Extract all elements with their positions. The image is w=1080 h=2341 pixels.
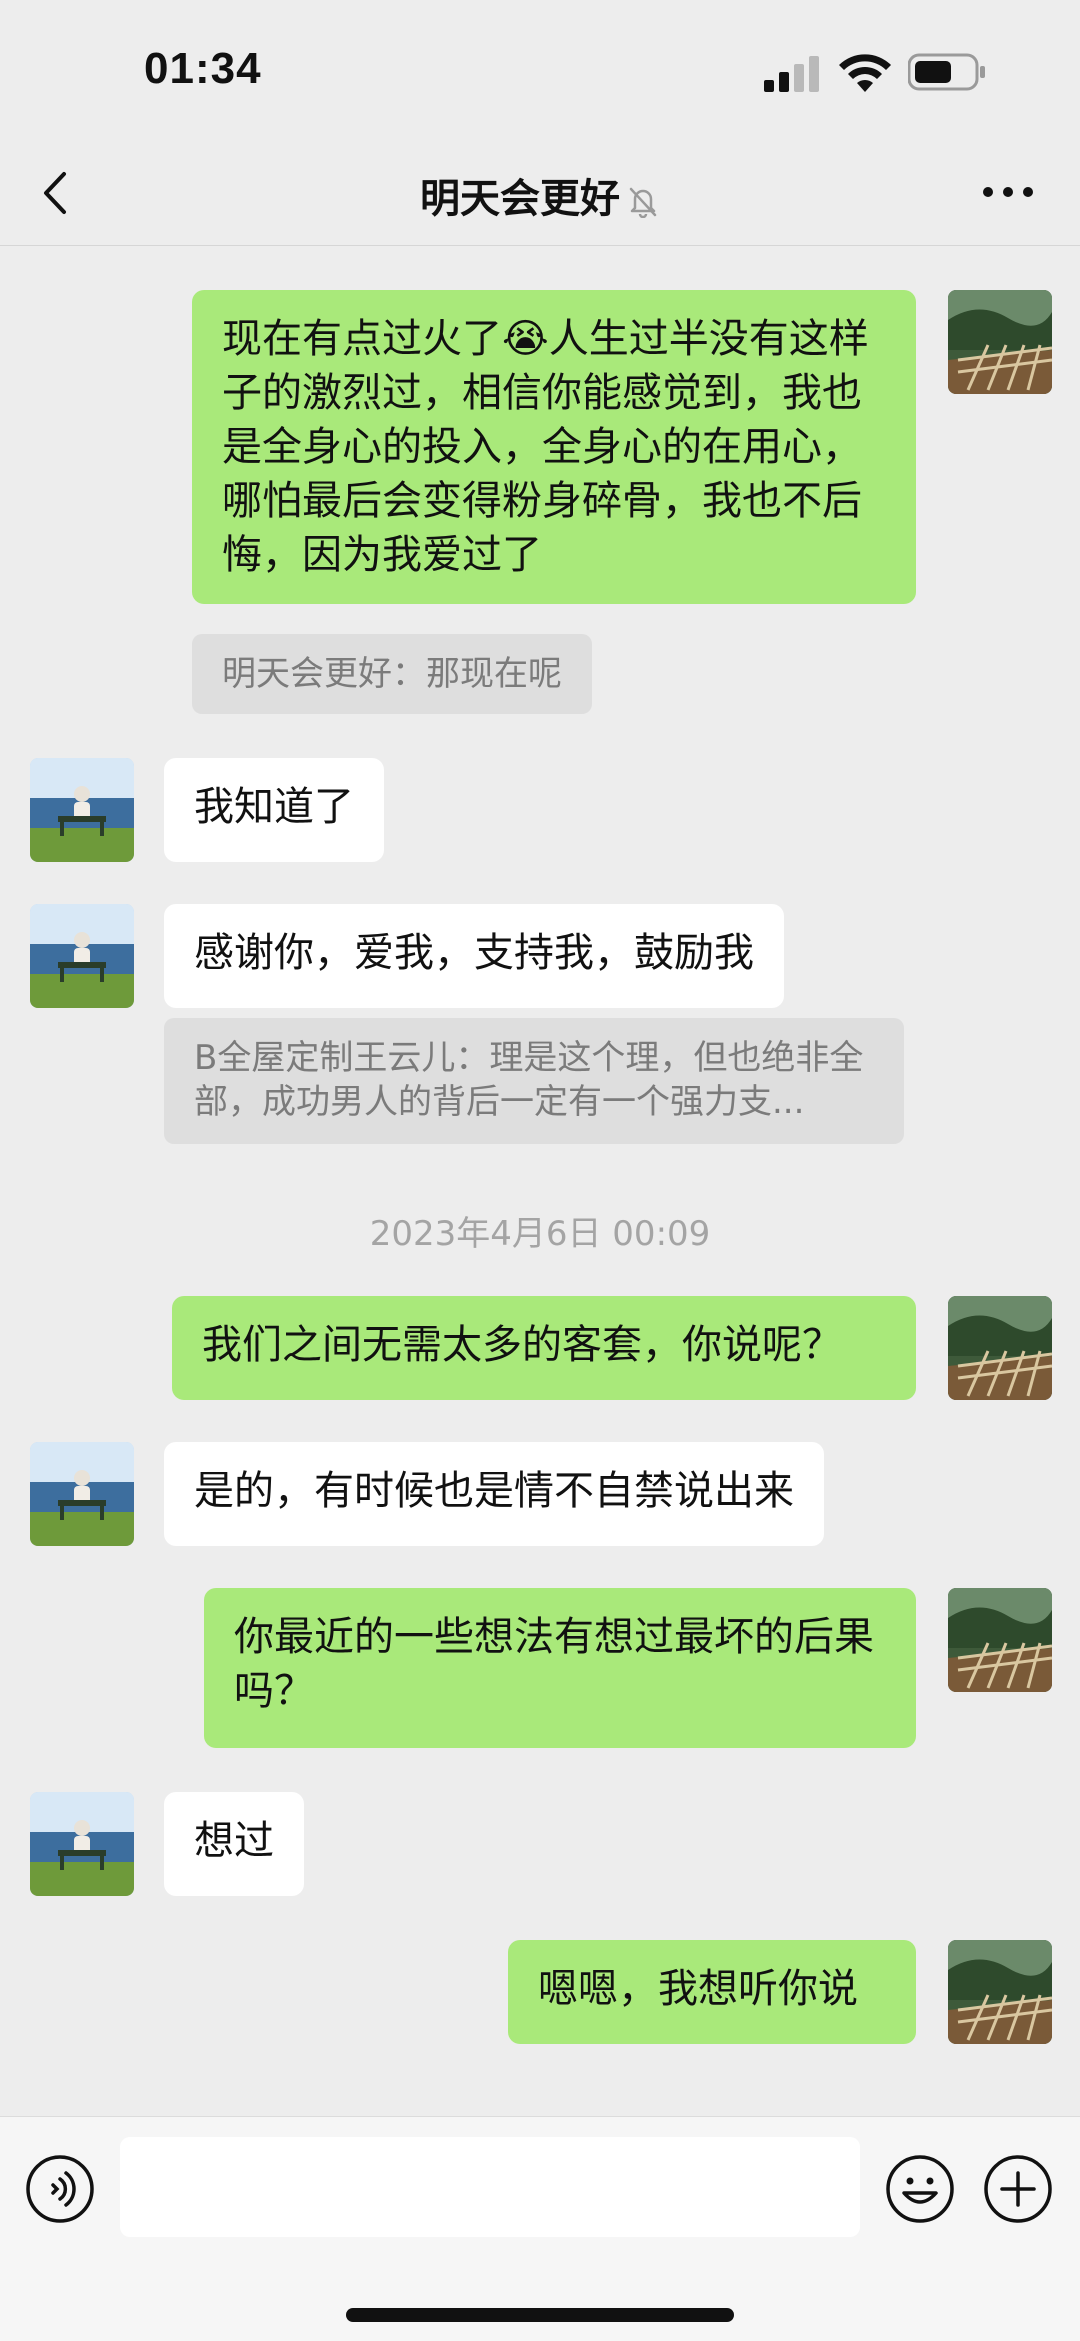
mute-icon <box>629 187 657 218</box>
page-title: 明天会更好 <box>420 176 620 222</box>
wifi-icon <box>839 54 891 92</box>
quote-text: 明天会更好：那现在呢 <box>222 654 562 694</box>
avatar[interactable] <box>30 904 134 1008</box>
message-bubble[interactable]: 感谢你，爱我，支持我，鼓励我 <box>164 904 784 1008</box>
battery-icon <box>908 53 985 91</box>
avatar[interactable] <box>948 1588 1052 1692</box>
voice-icon[interactable] <box>24 2153 96 2225</box>
message-bubble[interactable]: 我知道了 <box>164 758 384 862</box>
quoted-message[interactable]: B全屋定制王云儿：理是这个理，但也绝非全部，成功男人的背后一定有一个强力支... <box>164 1018 904 1144</box>
message-bubble[interactable]: 想过 <box>164 1792 304 1896</box>
avatar[interactable] <box>948 1940 1052 2044</box>
message-text: 是的，有时候也是情不自禁说出来 <box>194 1468 794 1514</box>
avatar[interactable] <box>948 1296 1052 1400</box>
message-bubble[interactable]: 是的，有时候也是情不自禁说出来 <box>164 1442 824 1546</box>
message-text: 你最近的一些想法有想过最坏的后果吗？ <box>234 1614 874 1714</box>
avatar[interactable] <box>30 1792 134 1896</box>
message-input[interactable] <box>120 2137 860 2237</box>
status-time: 01:34 <box>144 44 262 93</box>
status-bar: 01:34 <box>0 0 1080 140</box>
more-icon[interactable] <box>980 184 1036 200</box>
message-bubble[interactable]: 我们之间无需太多的客套，你说呢？ <box>172 1296 916 1400</box>
nav-title-group[interactable]: 明天会更好 <box>0 166 1080 224</box>
signal-icon <box>764 56 819 92</box>
message-text: 我们之间无需太多的客套，你说呢？ <box>202 1322 842 1368</box>
home-indicator <box>346 2308 734 2322</box>
message-bubble[interactable]: 嗯嗯，我想听你说 <box>508 1940 916 2044</box>
quoted-message[interactable]: 明天会更好：那现在呢 <box>192 634 592 714</box>
message-text: 现在有点过火了😭人生过半没有这样子的激烈过，相信你能感觉到，我也是全身心的投入，… <box>222 316 869 578</box>
message-text: 感谢你，爱我，支持我，鼓励我 <box>194 930 754 976</box>
message-text: 嗯嗯，我想听你说 <box>538 1966 858 2012</box>
plus-icon[interactable] <box>982 2153 1054 2225</box>
emoji-icon[interactable] <box>884 2153 956 2225</box>
message-bubble[interactable]: 你最近的一些想法有想过最坏的后果吗？ <box>204 1588 916 1748</box>
avatar[interactable] <box>30 1442 134 1546</box>
timestamp: 2023年4月6日 00:09 <box>369 1214 711 1254</box>
avatar[interactable] <box>948 290 1052 394</box>
nav-bar: 明天会更好 <box>0 140 1080 246</box>
message-text: 想过 <box>194 1818 274 1864</box>
message-bubble[interactable]: 现在有点过火了😭人生过半没有这样子的激烈过，相信你能感觉到，我也是全身心的投入，… <box>192 290 916 604</box>
quote-text: B全屋定制王云儿：理是这个理，但也绝非全部，成功男人的背后一定有一个强力支... <box>194 1038 864 1122</box>
avatar[interactable] <box>30 758 134 862</box>
message-text: 我知道了 <box>194 784 354 830</box>
